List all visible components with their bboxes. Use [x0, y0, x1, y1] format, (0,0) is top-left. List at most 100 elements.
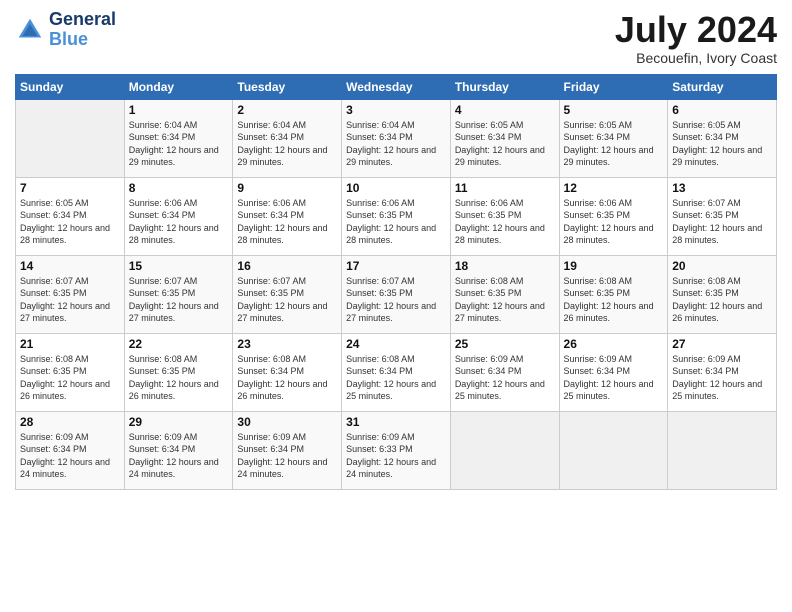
calendar-cell: 4 Sunrise: 6:05 AMSunset: 6:34 PMDayligh… [450, 99, 559, 177]
logo: General Blue [15, 10, 116, 50]
day-number: 6 [672, 103, 772, 117]
header-row: SundayMondayTuesdayWednesdayThursdayFrid… [16, 74, 777, 99]
calendar-cell: 25 Sunrise: 6:09 AMSunset: 6:34 PMDaylig… [450, 333, 559, 411]
day-info: Sunrise: 6:04 AMSunset: 6:34 PMDaylight:… [129, 119, 229, 169]
day-number: 3 [346, 103, 446, 117]
day-number: 1 [129, 103, 229, 117]
day-number: 27 [672, 337, 772, 351]
day-info: Sunrise: 6:05 AMSunset: 6:34 PMDaylight:… [564, 119, 664, 169]
header-day: Wednesday [342, 74, 451, 99]
calendar-cell [559, 411, 668, 489]
day-info: Sunrise: 6:06 AMSunset: 6:34 PMDaylight:… [129, 197, 229, 247]
day-number: 14 [20, 259, 120, 273]
day-number: 4 [455, 103, 555, 117]
calendar-week-row: 21 Sunrise: 6:08 AMSunset: 6:35 PMDaylig… [16, 333, 777, 411]
title-block: July 2024 Becouefin, Ivory Coast [615, 10, 777, 66]
location: Becouefin, Ivory Coast [615, 50, 777, 66]
day-number: 30 [237, 415, 337, 429]
day-number: 12 [564, 181, 664, 195]
calendar-cell: 3 Sunrise: 6:04 AMSunset: 6:34 PMDayligh… [342, 99, 451, 177]
calendar-cell: 26 Sunrise: 6:09 AMSunset: 6:34 PMDaylig… [559, 333, 668, 411]
day-info: Sunrise: 6:07 AMSunset: 6:35 PMDaylight:… [672, 197, 772, 247]
day-number: 5 [564, 103, 664, 117]
day-number: 16 [237, 259, 337, 273]
header-day: Saturday [668, 74, 777, 99]
day-info: Sunrise: 6:06 AMSunset: 6:35 PMDaylight:… [455, 197, 555, 247]
day-number: 13 [672, 181, 772, 195]
calendar-cell: 14 Sunrise: 6:07 AMSunset: 6:35 PMDaylig… [16, 255, 125, 333]
day-number: 31 [346, 415, 446, 429]
day-number: 15 [129, 259, 229, 273]
calendar-cell: 8 Sunrise: 6:06 AMSunset: 6:34 PMDayligh… [124, 177, 233, 255]
calendar-cell: 11 Sunrise: 6:06 AMSunset: 6:35 PMDaylig… [450, 177, 559, 255]
calendar-cell: 16 Sunrise: 6:07 AMSunset: 6:35 PMDaylig… [233, 255, 342, 333]
calendar-cell: 29 Sunrise: 6:09 AMSunset: 6:34 PMDaylig… [124, 411, 233, 489]
day-info: Sunrise: 6:05 AMSunset: 6:34 PMDaylight:… [672, 119, 772, 169]
calendar-cell [450, 411, 559, 489]
calendar-cell: 2 Sunrise: 6:04 AMSunset: 6:34 PMDayligh… [233, 99, 342, 177]
day-number: 21 [20, 337, 120, 351]
day-number: 2 [237, 103, 337, 117]
day-info: Sunrise: 6:09 AMSunset: 6:34 PMDaylight:… [129, 431, 229, 481]
day-number: 25 [455, 337, 555, 351]
day-info: Sunrise: 6:09 AMSunset: 6:34 PMDaylight:… [672, 353, 772, 403]
calendar-cell: 13 Sunrise: 6:07 AMSunset: 6:35 PMDaylig… [668, 177, 777, 255]
day-info: Sunrise: 6:09 AMSunset: 6:33 PMDaylight:… [346, 431, 446, 481]
calendar-week-row: 14 Sunrise: 6:07 AMSunset: 6:35 PMDaylig… [16, 255, 777, 333]
calendar-cell: 10 Sunrise: 6:06 AMSunset: 6:35 PMDaylig… [342, 177, 451, 255]
day-info: Sunrise: 6:07 AMSunset: 6:35 PMDaylight:… [237, 275, 337, 325]
calendar-week-row: 7 Sunrise: 6:05 AMSunset: 6:34 PMDayligh… [16, 177, 777, 255]
day-info: Sunrise: 6:09 AMSunset: 6:34 PMDaylight:… [237, 431, 337, 481]
day-number: 17 [346, 259, 446, 273]
day-number: 7 [20, 181, 120, 195]
calendar-cell: 21 Sunrise: 6:08 AMSunset: 6:35 PMDaylig… [16, 333, 125, 411]
calendar-cell: 15 Sunrise: 6:07 AMSunset: 6:35 PMDaylig… [124, 255, 233, 333]
page: General Blue July 2024 Becouefin, Ivory … [0, 0, 792, 612]
day-info: Sunrise: 6:09 AMSunset: 6:34 PMDaylight:… [455, 353, 555, 403]
day-number: 18 [455, 259, 555, 273]
header-day: Monday [124, 74, 233, 99]
calendar-cell: 18 Sunrise: 6:08 AMSunset: 6:35 PMDaylig… [450, 255, 559, 333]
calendar-cell: 23 Sunrise: 6:08 AMSunset: 6:34 PMDaylig… [233, 333, 342, 411]
day-info: Sunrise: 6:06 AMSunset: 6:35 PMDaylight:… [346, 197, 446, 247]
day-info: Sunrise: 6:06 AMSunset: 6:34 PMDaylight:… [237, 197, 337, 247]
day-info: Sunrise: 6:08 AMSunset: 6:34 PMDaylight:… [237, 353, 337, 403]
calendar-cell [16, 99, 125, 177]
calendar-cell: 19 Sunrise: 6:08 AMSunset: 6:35 PMDaylig… [559, 255, 668, 333]
header-day: Tuesday [233, 74, 342, 99]
day-info: Sunrise: 6:07 AMSunset: 6:35 PMDaylight:… [346, 275, 446, 325]
calendar-cell: 6 Sunrise: 6:05 AMSunset: 6:34 PMDayligh… [668, 99, 777, 177]
calendar-cell: 1 Sunrise: 6:04 AMSunset: 6:34 PMDayligh… [124, 99, 233, 177]
logo-line1: General [49, 10, 116, 30]
header-day: Sunday [16, 74, 125, 99]
day-number: 22 [129, 337, 229, 351]
day-info: Sunrise: 6:05 AMSunset: 6:34 PMDaylight:… [20, 197, 120, 247]
calendar-cell: 22 Sunrise: 6:08 AMSunset: 6:35 PMDaylig… [124, 333, 233, 411]
day-number: 8 [129, 181, 229, 195]
calendar-cell: 12 Sunrise: 6:06 AMSunset: 6:35 PMDaylig… [559, 177, 668, 255]
day-info: Sunrise: 6:08 AMSunset: 6:35 PMDaylight:… [129, 353, 229, 403]
day-info: Sunrise: 6:08 AMSunset: 6:35 PMDaylight:… [455, 275, 555, 325]
calendar-cell: 5 Sunrise: 6:05 AMSunset: 6:34 PMDayligh… [559, 99, 668, 177]
day-info: Sunrise: 6:04 AMSunset: 6:34 PMDaylight:… [237, 119, 337, 169]
day-number: 23 [237, 337, 337, 351]
day-info: Sunrise: 6:07 AMSunset: 6:35 PMDaylight:… [129, 275, 229, 325]
day-number: 11 [455, 181, 555, 195]
month-year: July 2024 [615, 10, 777, 50]
calendar-cell: 20 Sunrise: 6:08 AMSunset: 6:35 PMDaylig… [668, 255, 777, 333]
day-number: 9 [237, 181, 337, 195]
calendar-body: 1 Sunrise: 6:04 AMSunset: 6:34 PMDayligh… [16, 99, 777, 489]
calendar-cell: 31 Sunrise: 6:09 AMSunset: 6:33 PMDaylig… [342, 411, 451, 489]
header-day: Friday [559, 74, 668, 99]
day-number: 26 [564, 337, 664, 351]
calendar-cell: 27 Sunrise: 6:09 AMSunset: 6:34 PMDaylig… [668, 333, 777, 411]
logo-text: General Blue [49, 10, 116, 50]
calendar-cell: 7 Sunrise: 6:05 AMSunset: 6:34 PMDayligh… [16, 177, 125, 255]
day-info: Sunrise: 6:07 AMSunset: 6:35 PMDaylight:… [20, 275, 120, 325]
calendar-week-row: 28 Sunrise: 6:09 AMSunset: 6:34 PMDaylig… [16, 411, 777, 489]
day-info: Sunrise: 6:04 AMSunset: 6:34 PMDaylight:… [346, 119, 446, 169]
day-number: 24 [346, 337, 446, 351]
calendar-header: SundayMondayTuesdayWednesdayThursdayFrid… [16, 74, 777, 99]
header-day: Thursday [450, 74, 559, 99]
header: General Blue July 2024 Becouefin, Ivory … [15, 10, 777, 66]
